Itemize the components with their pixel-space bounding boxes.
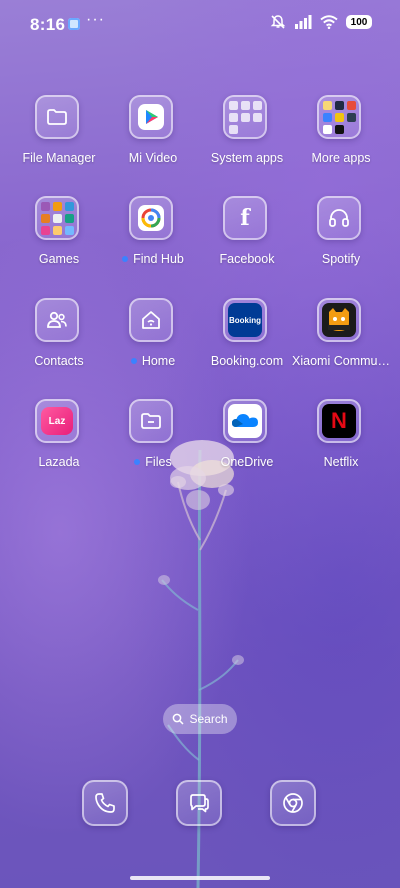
search-icon: [173, 713, 185, 725]
folder-group-icon: [223, 95, 267, 139]
more-notifications-icon: ···: [86, 11, 105, 28]
cloud-icon: [223, 399, 267, 443]
clock: 8:16: [30, 15, 66, 34]
app-games-folder[interactable]: Games: [11, 196, 107, 286]
app-contacts[interactable]: Contacts: [11, 298, 107, 388]
home-wifi-icon: [129, 298, 173, 342]
messages-icon: [190, 794, 209, 813]
app-file-manager[interactable]: File Manager: [11, 95, 107, 185]
app-label: Xiaomi Commu…: [292, 354, 390, 368]
app-system-apps-folder[interactable]: System apps: [199, 95, 295, 185]
status-bar: 8:16 ··· 100: [0, 0, 400, 48]
home-gesture-bar[interactable]: [130, 876, 270, 880]
folder-group-icon: [35, 196, 79, 240]
find-hub-icon: [129, 196, 173, 240]
play-icon: [129, 95, 173, 139]
search-button[interactable]: Search: [163, 704, 237, 734]
xiaomi-community-icon: [317, 298, 361, 342]
mute-icon: [270, 15, 286, 29]
battery-icon: 100: [346, 15, 372, 29]
new-badge: [130, 357, 137, 364]
search-label: Search: [189, 712, 228, 726]
app-onedrive[interactable]: OneDrive: [199, 399, 295, 489]
phone-icon: [95, 793, 115, 813]
contacts-icon: [35, 298, 79, 342]
booking-icon: Booking: [223, 298, 267, 342]
facebook-icon: f: [223, 196, 267, 240]
app-booking[interactable]: Booking Booking.com: [199, 298, 295, 388]
new-badge: [122, 255, 129, 262]
app-label: Spotify: [321, 252, 361, 266]
app-xiaomi-community[interactable]: Xiaomi Commu…: [292, 298, 390, 388]
folder-group-icon: [317, 95, 361, 139]
app-label: Netflix: [323, 455, 359, 469]
wifi-icon: [320, 15, 338, 29]
app-files[interactable]: Files: [105, 399, 201, 489]
dock-chrome[interactable]: [270, 780, 316, 826]
app-lazada[interactable]: Laz Lazada: [11, 399, 107, 489]
signal-icon: [295, 15, 312, 29]
folder-icon: [35, 95, 79, 139]
app-mi-video[interactable]: Mi Video: [105, 95, 201, 185]
app-find-hub[interactable]: Find Hub: [105, 196, 201, 286]
netflix-icon: N: [317, 399, 361, 443]
app-facebook[interactable]: f Facebook: [199, 196, 295, 286]
app-spotify[interactable]: Spotify: [293, 196, 389, 286]
new-badge: [134, 458, 141, 465]
chrome-icon: [283, 793, 303, 813]
app-more-apps-folder[interactable]: More apps: [293, 95, 389, 185]
lazada-icon: Laz: [35, 399, 79, 443]
app-home[interactable]: Home: [105, 298, 201, 388]
headphones-icon: [317, 196, 361, 240]
files-icon: [129, 399, 173, 443]
notification-app-icon: [68, 18, 80, 30]
app-netflix[interactable]: N Netflix: [293, 399, 389, 489]
app-label: More apps: [311, 151, 371, 165]
dock-messages[interactable]: [176, 780, 222, 826]
dock-phone[interactable]: [82, 780, 128, 826]
